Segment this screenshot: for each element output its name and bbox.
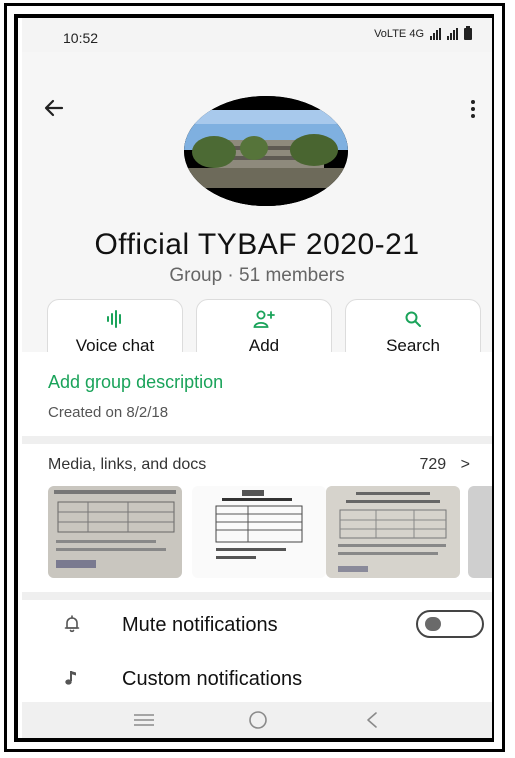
voice-wave-icon bbox=[107, 310, 121, 328]
arrow-left-icon[interactable] bbox=[42, 96, 66, 120]
battery-icon bbox=[464, 26, 472, 40]
home-icon[interactable] bbox=[244, 708, 272, 732]
media-section[interactable]: Media, links, and docs 729 > bbox=[22, 444, 492, 600]
music-note-icon bbox=[65, 671, 76, 685]
group-header: Official TYBAF 2020-21 Group · 51 member… bbox=[22, 52, 492, 363]
add-person-icon bbox=[253, 310, 275, 328]
mute-notifications-label: Mute notifications bbox=[122, 614, 278, 636]
group-avatar[interactable] bbox=[184, 96, 348, 206]
description-section: Add group description Created on 8/2/18 bbox=[22, 352, 492, 444]
status-bar: 10:52 VoLTE 4G bbox=[22, 18, 492, 52]
bell-icon bbox=[64, 615, 80, 633]
search-icon bbox=[405, 311, 421, 327]
recent-apps-icon[interactable] bbox=[130, 708, 158, 732]
signal-icon bbox=[430, 28, 441, 40]
toggle-knob bbox=[425, 617, 441, 631]
more-vertical-icon[interactable] bbox=[470, 100, 476, 120]
phone-screen: 10:52 VoLTE 4G Official TYBAF 2020-21 Gr… bbox=[22, 18, 492, 738]
add-description-link[interactable]: Add group description bbox=[48, 372, 223, 393]
back-nav-icon[interactable] bbox=[358, 708, 386, 732]
media-thumbnail[interactable] bbox=[48, 486, 182, 578]
media-count-value: 729 bbox=[419, 456, 447, 473]
signal-icon-2 bbox=[447, 28, 458, 40]
status-time: 10:52 bbox=[63, 30, 99, 46]
created-date: Created on 8/2/18 bbox=[48, 404, 169, 421]
group-subtitle: Group · 51 members bbox=[169, 265, 345, 286]
media-count[interactable]: 729 > bbox=[420, 456, 471, 474]
group-title: Official TYBAF 2020-21 bbox=[94, 228, 420, 261]
chevron-right-icon: > bbox=[460, 456, 470, 473]
mute-notifications-row[interactable]: Mute notifications bbox=[22, 600, 492, 650]
status-indicators: VoLTE 4G bbox=[374, 26, 472, 40]
navigation-bar bbox=[22, 702, 492, 738]
custom-notifications-label: Custom notifications bbox=[122, 668, 303, 690]
custom-notifications-row[interactable]: Custom notifications bbox=[22, 654, 492, 704]
media-thumbnail[interactable] bbox=[192, 486, 326, 578]
media-title: Media, links, and docs bbox=[48, 456, 207, 473]
media-thumbnail[interactable] bbox=[326, 486, 460, 578]
media-thumbnail[interactable] bbox=[468, 486, 492, 578]
mute-toggle[interactable] bbox=[416, 610, 484, 638]
network-label: VoLTE 4G bbox=[374, 28, 424, 40]
